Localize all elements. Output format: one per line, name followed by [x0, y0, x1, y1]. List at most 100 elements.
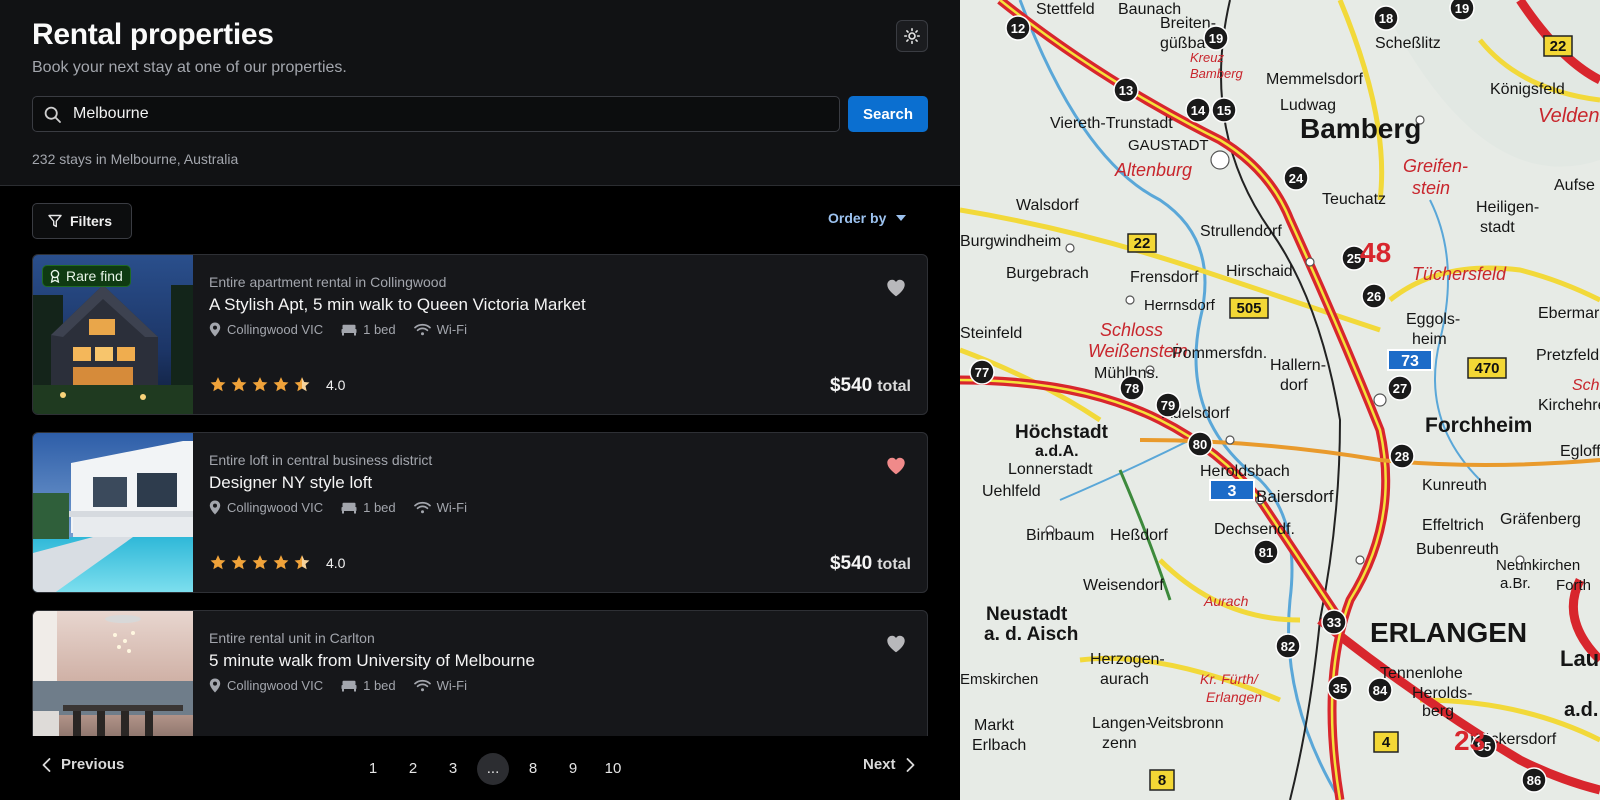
wifi-icon [413, 323, 431, 336]
filters-label: Filters [70, 213, 113, 229]
map-label: GAUSTADT [1128, 137, 1209, 154]
star-icon [210, 555, 226, 570]
map-label: Kirchehren [1538, 397, 1600, 414]
page-button[interactable]: 8 [517, 753, 549, 785]
page-button[interactable]: 1 [357, 753, 389, 785]
map-label: Aufse [1554, 177, 1595, 194]
listing-title[interactable]: A Stylish Apt, 5 min walk to Queen Victo… [209, 295, 586, 315]
page-button[interactable]: 2 [397, 753, 429, 785]
map-label: Bamberg [1300, 113, 1421, 144]
map-pin-icon [209, 500, 221, 515]
search-input[interactable] [73, 97, 833, 131]
amenity-location: Collingwood VIC [209, 322, 323, 337]
map-label: heim [1412, 331, 1447, 348]
map-label: Emskirchen [960, 671, 1038, 688]
map-label: Eggols- [1406, 311, 1460, 328]
map-label: Pommersfdn. [1172, 345, 1267, 362]
chevron-right-icon [906, 757, 914, 772]
search-icon [44, 106, 61, 123]
badge-label: Rare find [66, 268, 123, 284]
region-number: 23 [1454, 725, 1485, 756]
route-number: 33 [1327, 615, 1341, 630]
caret-down-icon [896, 215, 907, 221]
page-ellipsis[interactable]: ... [477, 753, 509, 785]
map-label: Frensdorf [1130, 269, 1199, 286]
route-number: 78 [1125, 381, 1139, 396]
listing-type: Entire apartment rental in Collingwood [209, 274, 447, 290]
road-sign: 8 [1158, 772, 1166, 789]
route-number: 12 [1011, 21, 1025, 36]
amenity-beds: 1 bed [341, 678, 396, 693]
map-label: a.Br. [1500, 575, 1531, 592]
star-icon [273, 555, 289, 570]
map-label: berg [1422, 703, 1454, 720]
star-icon [231, 555, 247, 570]
page-button[interactable]: 3 [437, 753, 469, 785]
map-label: Steinfeld [960, 325, 1022, 342]
map-label: stein [1412, 178, 1450, 198]
map-label: Kr. Fürth/ [1200, 671, 1260, 687]
star-icon [294, 555, 310, 570]
map-label: Heßdorf [1110, 527, 1168, 544]
listing-price: $540 total [829, 375, 911, 396]
map-label: Greifen- [1403, 156, 1468, 176]
heart-icon[interactable] [885, 455, 907, 477]
map-label: Scheßlitz [1375, 35, 1441, 52]
map-label: Kreuz [1190, 50, 1224, 65]
map-label: stadt [1480, 219, 1515, 236]
listing-card[interactable]: Rare find Entire apartment rental in Col… [32, 254, 928, 415]
heart-icon[interactable] [885, 633, 907, 655]
filter-icon [48, 214, 62, 228]
rare-find-badge: Rare find [42, 265, 131, 287]
map-label: Veitsbronn [1148, 715, 1224, 732]
award-icon [50, 269, 60, 283]
map-label: Forchheim [1425, 414, 1532, 437]
map-label: a. d. Aisch [984, 624, 1078, 645]
map-label: Tennenlohe [1380, 665, 1463, 682]
filters-button[interactable]: Filters [32, 203, 132, 239]
listing-card[interactable]: Entire rental unit in Carlton 5 minute w… [32, 610, 928, 736]
map-label: Tüchersfeld [1412, 264, 1507, 284]
search-button[interactable]: Search [848, 96, 928, 132]
previous-page-button[interactable]: Previous [42, 756, 124, 773]
listing-card[interactable]: Entire loft in central business district… [32, 432, 928, 593]
map-label: Altenburg [1114, 160, 1192, 180]
next-page-button[interactable]: Next [863, 756, 915, 773]
theme-toggle-button[interactable] [896, 20, 928, 52]
map-label: Uehlfeld [982, 483, 1041, 500]
map-label: Heiligen- [1476, 199, 1539, 216]
star-icon [231, 377, 247, 392]
listing-title[interactable]: Designer NY style loft [209, 473, 372, 493]
listing-rating: 4.0 [209, 554, 345, 571]
map-label: Neustadt [986, 604, 1068, 625]
star-icon [273, 377, 289, 392]
listing-price: $540 total [829, 553, 911, 574]
heart-icon[interactable] [885, 277, 907, 299]
map-label: Forth [1556, 577, 1591, 594]
bed-icon [341, 680, 357, 691]
route-number: 27 [1393, 381, 1407, 396]
search-box [32, 96, 840, 132]
map-label: Herolds- [1412, 685, 1472, 702]
map-label: Heroldsbach [1200, 463, 1290, 480]
listings-panel: Rental properties Book your next stay at… [0, 0, 960, 800]
star-icon [210, 377, 226, 392]
listing-rating: 4.0 [209, 376, 345, 393]
map-label: Lonnerstadt [1008, 461, 1093, 478]
road-sign: 470 [1474, 360, 1499, 377]
route-number: 26 [1367, 289, 1381, 304]
page-button[interactable]: 10 [597, 753, 629, 785]
map-label: Kunreuth [1422, 477, 1487, 494]
map-label: Schwe [1572, 377, 1600, 394]
page-header: Rental properties Book your next stay at… [0, 0, 960, 186]
route-number: 19 [1209, 31, 1223, 46]
listing-title[interactable]: 5 minute walk from University of Melbour… [209, 651, 535, 671]
listing-photo [33, 611, 193, 736]
map-label: a.d.A. [1035, 443, 1079, 460]
order-by-dropdown[interactable]: Order by [828, 210, 907, 226]
page-button[interactable]: 9 [557, 753, 589, 785]
map-view[interactable]: Bamberg ERLANGEN Forchheim Höchstadt a.d… [960, 0, 1600, 800]
chevron-left-icon [42, 757, 51, 772]
map-label: aurach [1100, 671, 1149, 688]
amenity-location: Collingwood VIC [209, 500, 323, 515]
